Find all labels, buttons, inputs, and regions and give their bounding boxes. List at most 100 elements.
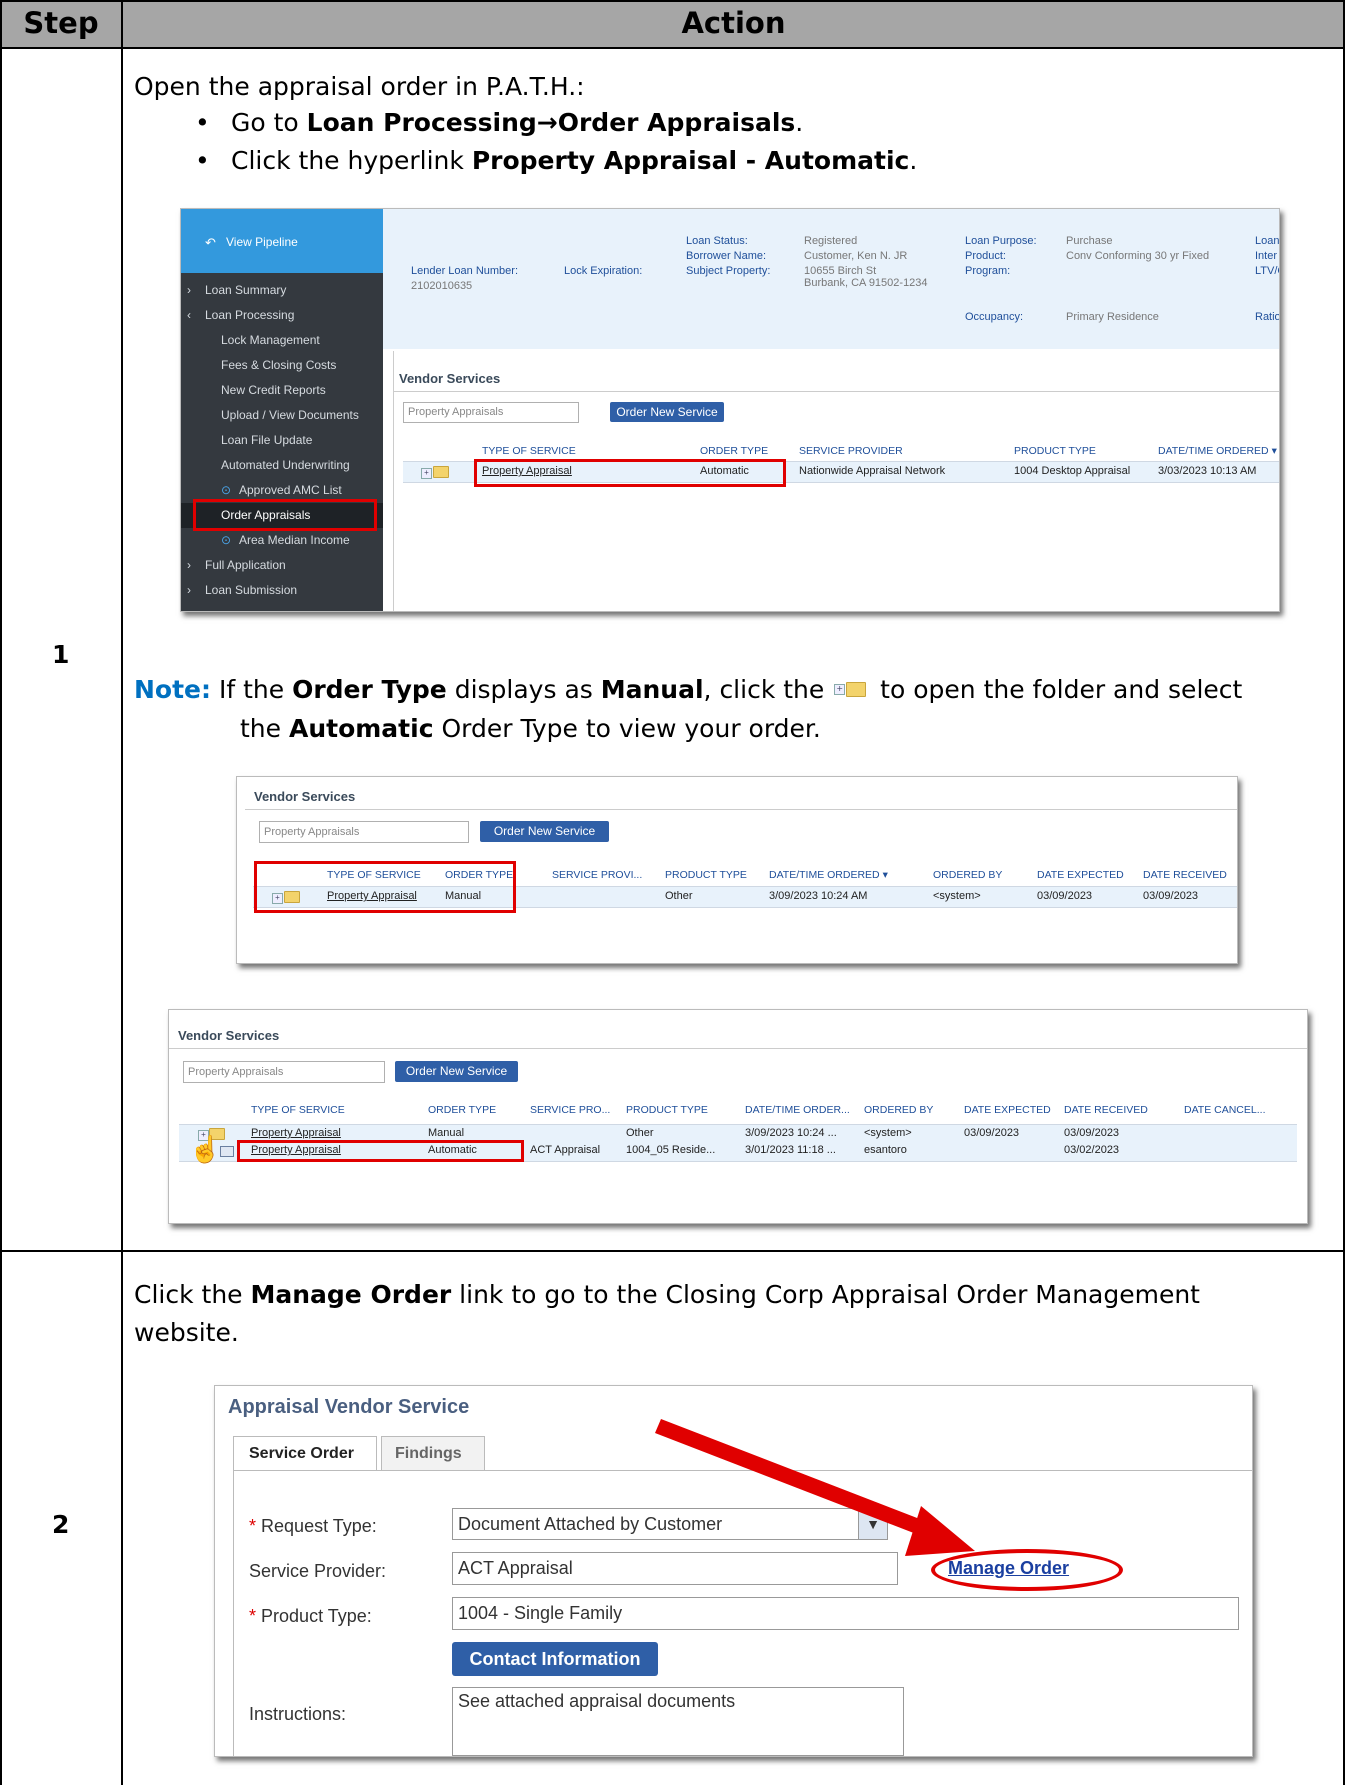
- order-new-service-button[interactable]: Order New Service: [480, 821, 609, 842]
- hand-cursor-icon: ☝: [189, 1134, 222, 1164]
- sidebar-item-new-credit-reports[interactable]: New Credit Reports: [181, 378, 383, 403]
- col-order-type: ORDER TYPE: [700, 445, 769, 457]
- sidebar-item-loan-submission[interactable]: › Loan Submission: [181, 578, 383, 603]
- sidebar-item-label: Loan Processing: [205, 308, 295, 322]
- col-date-ordered-label: DATE/TIME ORDERED: [769, 869, 880, 881]
- arrow-head: [905, 1506, 975, 1556]
- date-ordered-cell: 3/03/2023 10:13 AM: [1158, 465, 1257, 477]
- divider: [393, 391, 1279, 392]
- sort-desc-icon: ▾: [882, 869, 888, 881]
- arrow-shaft: [655, 1419, 943, 1542]
- note-bold: Order Type: [292, 675, 447, 704]
- col-date-ordered: DATE/TIME ORDER...: [745, 1104, 850, 1116]
- col-date-expected: DATE EXPECTED: [964, 1104, 1051, 1116]
- note-text: displays as: [446, 675, 601, 704]
- vendor-services-title: Vendor Services: [399, 371, 501, 386]
- view-pipeline-button[interactable]: ↶ View Pipeline: [181, 209, 383, 273]
- vendor-search-input[interactable]: Property Appraisals: [183, 1061, 385, 1083]
- subject-property-line1: 10655 Birch St: [804, 265, 877, 277]
- row-divider: [0, 1250, 1345, 1252]
- screenshot-manual-order: Vendor Services Property Appraisals Orde…: [236, 776, 1238, 964]
- bullet2-bold: Property Appraisal - Automatic: [471, 146, 910, 175]
- cut-label-ltv: LTV/C: [1255, 265, 1279, 277]
- borrower-name: Customer, Ken N. JR: [804, 250, 908, 262]
- sidebar-item-label: Full Application: [205, 558, 286, 572]
- loan-status: Registered: [804, 235, 858, 247]
- lender-loan-number: 2102010635: [411, 280, 473, 292]
- screenshot-expanded-orders: Vendor Services Property Appraisals Orde…: [168, 1009, 1308, 1224]
- product-label: Product:: [965, 250, 1006, 262]
- date-ordered-cell: 3/09/2023 10:24 AM: [769, 890, 868, 902]
- date-received-cell: 03/02/2023: [1064, 1144, 1120, 1156]
- ordered-by-cell: <system>: [933, 890, 981, 902]
- folder-icon[interactable]: [433, 466, 449, 478]
- bullet-dot: •: [195, 146, 210, 175]
- vendor-search-input[interactable]: Property Appraisals: [259, 821, 469, 843]
- col-date-received: DATE RECEIVED: [1143, 869, 1227, 881]
- view-pipeline-label: View Pipeline: [226, 235, 298, 249]
- highlight-order-appraisals: [193, 499, 377, 531]
- col-date-expected: DATE EXPECTED: [1037, 869, 1124, 881]
- expand-icon[interactable]: +: [421, 468, 432, 479]
- screenshot-path-loan: ↶ View Pipeline › Loan Summary ‹ Loan Proce…: [180, 208, 1280, 612]
- sidebar-item-loan-file-update[interactable]: Loan File Update: [181, 428, 383, 453]
- cut-label-inter: Inter: [1255, 250, 1278, 262]
- bullet-dot: •: [195, 108, 210, 137]
- step2-text: link to go to the Closing Corp Appraisal…: [451, 1280, 1200, 1309]
- col-service-provider: SERVICE PROVI...: [552, 869, 643, 881]
- col-product-type: PRODUCT TYPE: [1014, 445, 1096, 457]
- sidebar-item-area-median-income[interactable]: ⊙ Area Median Income: [181, 528, 383, 553]
- sidebar-item-upload-view-documents[interactable]: Upload / View Documents: [181, 403, 383, 428]
- product-value: Conv Conforming 30 yr Fixed: [1066, 250, 1210, 262]
- sidebar-item-full-application[interactable]: › Full Application: [181, 553, 383, 578]
- col-date-ordered-label: DATE/TIME ORDERED: [1158, 445, 1269, 457]
- step2-line-2: website.: [134, 1318, 239, 1347]
- date-received-cell: 03/09/2023: [1143, 890, 1199, 902]
- note-bold: Automatic: [288, 714, 434, 743]
- sidebar-item-label: Area Median Income: [239, 533, 350, 547]
- highlight-manual-row: [254, 861, 516, 913]
- sidebar-item-label: Loan Submission: [205, 583, 298, 597]
- bullet1-prefix: Go to: [231, 108, 307, 137]
- col-service-provider: SERVICE PRO...: [530, 1104, 611, 1116]
- vendor-services-title: Vendor Services: [178, 1028, 280, 1043]
- occupancy-label: Occupancy:: [965, 311, 1024, 323]
- vendor-search-input[interactable]: Property Appraisals: [403, 402, 579, 423]
- cut-label-ratio: Ratio: [1255, 311, 1280, 323]
- lender-loan-number-label: Lender Loan Number:: [411, 265, 519, 277]
- step-number-1: 1: [52, 640, 70, 669]
- order-type-cell: Manual: [428, 1127, 465, 1139]
- sidebar-item-loan-processing[interactable]: ‹ Loan Processing: [181, 303, 383, 328]
- sidebar-item-label: Fees & Closing Costs: [221, 358, 337, 372]
- loan-purpose-label: Loan Purpose:: [965, 235, 1037, 247]
- col-ordered-by: ORDERED BY: [864, 1104, 934, 1116]
- column-divider: [121, 0, 123, 1785]
- col-type-of-service: TYPE OF SERVICE: [482, 445, 576, 457]
- note-text: Order Type to view your order.: [433, 714, 821, 743]
- order-new-service-button[interactable]: Order New Service: [395, 1061, 518, 1082]
- property-appraisal-link-manual[interactable]: Property Appraisal: [251, 1127, 341, 1139]
- sidebar-item-loan-summary[interactable]: › Loan Summary: [181, 278, 383, 303]
- note-line-2: the Automatic Order Type to view your or…: [240, 714, 821, 743]
- program-label: Program:: [965, 265, 1011, 277]
- service-provider-cell: ACT Appraisal: [530, 1144, 601, 1156]
- bullet1-bold: Loan Processing→Order Appraisals: [306, 108, 796, 137]
- chevron-right-icon: ›: [187, 283, 191, 297]
- sidebar-item-label: New Credit Reports: [221, 383, 326, 397]
- sidebar-item-lock-management[interactable]: Lock Management: [181, 328, 383, 353]
- sidebar-item-fees-closing-costs[interactable]: Fees & Closing Costs: [181, 353, 383, 378]
- bullet1-suffix: .: [795, 108, 804, 137]
- note-bold: Manual: [600, 675, 704, 704]
- sidebar-item-label: Automated Underwriting: [221, 458, 350, 472]
- sidebar-item-automated-underwriting[interactable]: Automated Underwriting: [181, 453, 383, 478]
- note-line-1: Note: If the Order Type displays as Manu…: [134, 675, 1243, 704]
- note-text: If the: [211, 675, 293, 704]
- order-new-service-button[interactable]: Order New Service: [610, 402, 724, 422]
- step-number-2: 2: [52, 1510, 70, 1539]
- chevron-down-icon: ‹: [187, 308, 191, 322]
- service-provider-cell: Nationwide Appraisal Network: [799, 465, 946, 477]
- col-date-ordered: DATE/TIME ORDERED ▾: [1158, 445, 1277, 457]
- table-left-border: [0, 0, 2, 1785]
- vendor-services-title: Vendor Services: [254, 789, 356, 804]
- loan-status-label: Loan Status:: [686, 235, 748, 247]
